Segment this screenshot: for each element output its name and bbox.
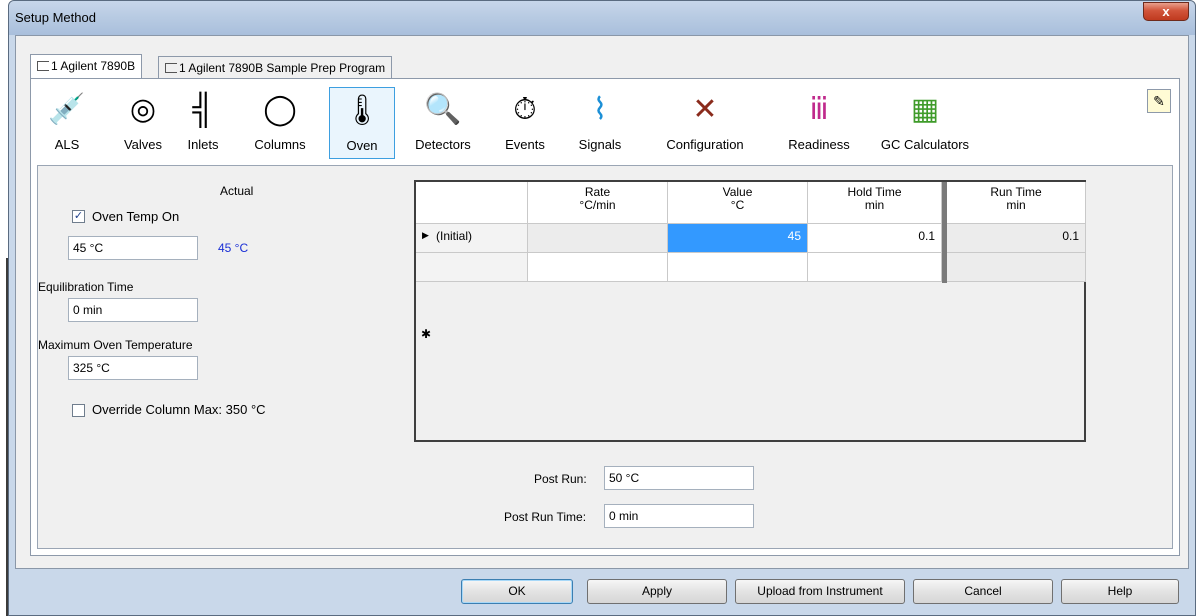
toolbar-label: Events xyxy=(505,137,545,152)
toolbar-configuration[interactable]: ✕ Configuration xyxy=(649,87,761,159)
value-cell[interactable] xyxy=(668,253,808,282)
toolbar-label: Configuration xyxy=(666,137,744,152)
equilibration-label: Equilibration Time xyxy=(38,280,134,294)
ok-button[interactable]: OK xyxy=(461,579,573,604)
hold-time-cell[interactable]: 0.1 xyxy=(808,224,942,253)
hold-time-header-line2: min xyxy=(864,198,885,212)
value-header-line2: °C xyxy=(730,198,745,212)
toolbar-label: ALS xyxy=(54,137,80,152)
current-row-marker-icon: ▶ xyxy=(422,230,429,240)
value-header: Value °C xyxy=(668,182,808,224)
rate-cell[interactable] xyxy=(528,253,668,282)
signal-peaks-icon: ⌇ xyxy=(592,93,608,126)
module-toolbar: 💉 ALS ◎ Valves ╣ Inlets ◯ Columns 🌡 Oven… xyxy=(31,79,1179,161)
toolbar-label: Inlets xyxy=(187,137,219,152)
stopwatch-icon: ⏱ xyxy=(513,93,537,126)
dialog-body: 1 Agilent 7890B 1 Agilent 7890B Sample P… xyxy=(15,35,1189,569)
syringe-icon: 💉 xyxy=(48,93,86,126)
equilibration-time-input[interactable]: 0 min xyxy=(68,298,198,322)
toolbar-label: Signals xyxy=(578,137,622,152)
run-time-header: Run Time min xyxy=(947,182,1086,224)
tab-label: 1 Agilent 7890B Sample Prep Program xyxy=(179,61,386,75)
value-cell[interactable]: 45 xyxy=(668,224,808,253)
inlet-icon: ╣ xyxy=(192,93,214,126)
oven-temp-input[interactable]: 45 °C xyxy=(68,236,198,260)
rate-cell xyxy=(528,224,668,253)
toolbar-label: GC Calculators xyxy=(880,137,970,152)
row-label: (Initial) xyxy=(436,229,473,243)
post-run-input[interactable]: 50 °C xyxy=(604,466,754,490)
table-row-new[interactable]: ✱ xyxy=(416,253,528,341)
actual-header: Actual xyxy=(220,184,254,198)
toolbar-label: Readiness xyxy=(788,137,850,152)
method-panel: 💉 ALS ◎ Valves ╣ Inlets ◯ Columns 🌡 Oven… xyxy=(30,78,1180,556)
oven-temp-on-label: Oven Temp On xyxy=(92,209,180,224)
upload-from-instrument-button[interactable]: Upload from Instrument xyxy=(735,579,905,604)
frozen-column-divider xyxy=(942,182,947,283)
method-notes-icon[interactable]: ✎ xyxy=(1147,89,1171,113)
left-edge xyxy=(0,0,8,616)
column-coil-icon: ◯ xyxy=(263,93,297,126)
cancel-button[interactable]: Cancel xyxy=(913,579,1053,604)
tab-sample-prep-program[interactable]: 1 Agilent 7890B Sample Prep Program xyxy=(158,56,393,78)
oven-temp-on-checkbox[interactable]: ✓ xyxy=(72,210,85,223)
actual-temp-value: 45 °C xyxy=(218,241,249,255)
instrument-icon xyxy=(165,63,177,73)
oven-settings-area: Actual ✓ Oven Temp On 45 °C 45 °C Equili… xyxy=(37,165,1173,549)
run-time-cell: 0.1 xyxy=(947,224,1086,253)
post-run-time-input[interactable]: 0 min xyxy=(604,504,754,528)
toolbar-label: Valves xyxy=(123,137,163,152)
toolbar-inlets[interactable]: ╣ Inlets xyxy=(179,87,227,159)
rate-header: Rate °C/min xyxy=(528,182,668,224)
run-time-cell xyxy=(947,253,1086,282)
new-row-marker-icon: ✱ xyxy=(421,327,432,341)
window-title: Setup Method xyxy=(15,10,96,25)
toolbar-detectors[interactable]: 🔍 Detectors xyxy=(403,87,483,159)
post-run-label: Post Run: xyxy=(534,472,587,486)
table-row-initial[interactable]: ▶ (Initial) xyxy=(416,224,528,253)
toolbar-gc-calculators[interactable]: ▦ GC Calculators xyxy=(869,87,981,159)
hold-time-header: Hold Time min xyxy=(808,182,942,224)
toolbar-label: Detectors xyxy=(415,137,471,152)
toolbar-als[interactable]: 💉 ALS xyxy=(41,87,93,159)
run-time-header-line2: min xyxy=(1006,198,1026,212)
close-icon: x xyxy=(1162,4,1170,19)
toolbar-label: Columns xyxy=(254,137,306,152)
apply-button[interactable]: Apply xyxy=(587,579,727,604)
oven-ramp-table: Rate °C/min Value °C Hold Time min Run T… xyxy=(414,180,1086,442)
max-oven-temp-input[interactable]: 325 °C xyxy=(68,356,198,380)
magnifier-detector-icon: 🔍 xyxy=(424,93,462,126)
override-column-max-checkbox[interactable] xyxy=(72,404,85,417)
toolbar-signals[interactable]: ⌇ Signals xyxy=(567,87,633,159)
close-button[interactable]: x xyxy=(1143,2,1189,21)
instrument-icon xyxy=(37,61,49,71)
hold-time-cell[interactable] xyxy=(808,253,942,282)
oven-thermometer-icon: 🌡 xyxy=(342,94,382,127)
tab-label: 1 Agilent 7890B xyxy=(51,59,136,73)
toolbar-label: Oven xyxy=(346,138,378,153)
valve-icon: ◎ xyxy=(129,93,157,126)
toolbar-oven[interactable]: 🌡 Oven xyxy=(329,87,395,159)
max-oven-temp-label: Maximum Oven Temperature xyxy=(38,338,193,352)
toolbar-valves[interactable]: ◎ Valves xyxy=(115,87,171,159)
help-button[interactable]: Help xyxy=(1061,579,1179,604)
toolbar-readiness[interactable]: ⅲ Readiness xyxy=(779,87,859,159)
table-corner xyxy=(416,182,528,224)
title-bar: Setup Method x xyxy=(9,1,1195,35)
setup-method-window: Setup Method x 1 Agilent 7890B 1 Agilent… xyxy=(8,0,1196,616)
tab-agilent-7890b[interactable]: 1 Agilent 7890B xyxy=(30,54,143,78)
rate-header-line2: °C/min xyxy=(579,198,616,212)
readiness-people-icon: ⅲ xyxy=(809,93,829,126)
post-run-time-label: Post Run Time: xyxy=(504,510,587,524)
toolbar-events[interactable]: ⏱ Events xyxy=(495,87,555,159)
button-bar: OK Apply Upload from Instrument Cancel H… xyxy=(15,573,1189,613)
override-column-max-label: Override Column Max: 350 °C xyxy=(92,402,266,417)
tools-wrench-icon: ✕ xyxy=(692,93,718,126)
toolbar-columns[interactable]: ◯ Columns xyxy=(247,87,313,159)
calculator-icon: ▦ xyxy=(910,93,940,126)
